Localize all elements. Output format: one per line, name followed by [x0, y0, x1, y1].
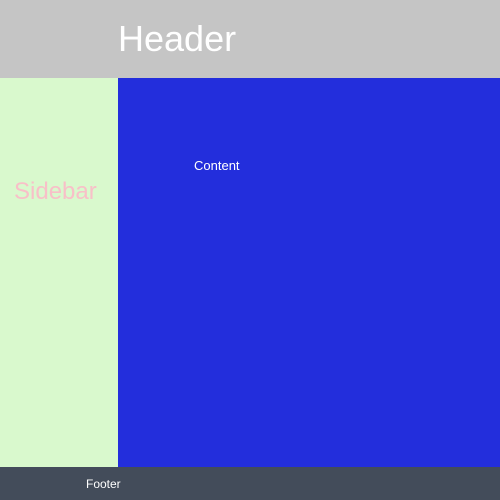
header-region: Header: [0, 0, 500, 78]
footer-label: Footer: [86, 477, 121, 491]
sidebar-label: Sidebar: [14, 178, 97, 205]
content-label: Content: [194, 158, 240, 173]
footer-region: Footer: [0, 467, 500, 500]
sidebar-region: Sidebar: [0, 78, 118, 467]
middle-region: Sidebar Content: [0, 78, 500, 467]
header-title: Header: [118, 18, 236, 60]
content-region: Content: [118, 78, 500, 467]
